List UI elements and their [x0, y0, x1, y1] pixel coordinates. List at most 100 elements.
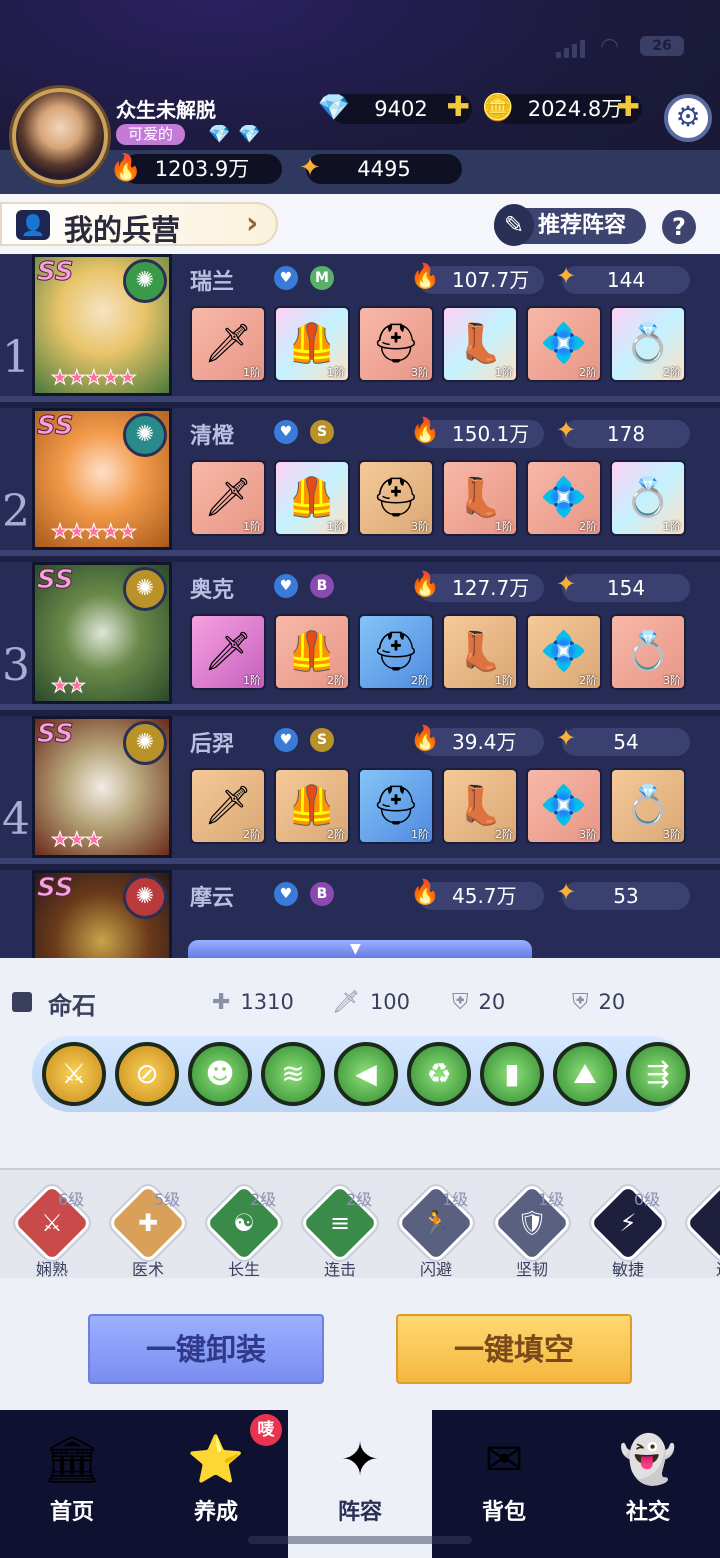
- gear-grade: 3阶: [411, 366, 429, 379]
- gear-slot[interactable]: 👢 2阶: [442, 768, 518, 844]
- gear-slot[interactable]: 💠 3阶: [526, 768, 602, 844]
- hero-row[interactable]: 1 SS ✺ ★★★★★ 瑞兰 ♥ M 🔥 107.7万 ✦ 144 🗡 1阶 🦺 1阶 ⛑ 3阶 👢 1阶 💠 2阶 💍…: [0, 254, 720, 402]
- hero-name: 奥克: [190, 578, 235, 603]
- player-name: 众生未解脱: [116, 98, 216, 122]
- gear-slot[interactable]: 🗡 2阶: [190, 768, 266, 844]
- gear-icon: 🦺: [288, 629, 336, 673]
- gear-grade: 2阶: [579, 520, 597, 533]
- fate-stone-icon[interactable]: ⇶: [626, 1042, 690, 1106]
- fate-stone-icon[interactable]: ⛰: [553, 1042, 617, 1106]
- gold-counter[interactable]: 🪙 2024.8万 ✚: [482, 92, 642, 124]
- nav-develop-label: 养成: [193, 1500, 238, 1525]
- skill-level: 0级: [634, 1190, 661, 1209]
- gear-slot[interactable]: 💠 2阶: [526, 614, 602, 690]
- fate-stone-icon[interactable]: ◀: [334, 1042, 398, 1106]
- help-button[interactable]: ?: [662, 210, 696, 244]
- recommend-lineup-button[interactable]: ✎ 推荐阵容: [494, 204, 646, 246]
- gear-slot[interactable]: 💍 1阶: [610, 460, 686, 536]
- row-number: 1: [2, 332, 30, 383]
- expand-handle[interactable]: ▼: [188, 940, 532, 960]
- unequip-all-button[interactable]: 一键卸装: [88, 1314, 324, 1384]
- gear-slot[interactable]: ⛑ 2阶: [358, 614, 434, 690]
- gear-slot[interactable]: ⛑ 1阶: [358, 768, 434, 844]
- gear-slot[interactable]: 🦺 1阶: [274, 460, 350, 536]
- hero-row[interactable]: 3 SS ✺ ★★ 奥克 ♥ B 🔥 127.7万 ✦ 154 🗡 1阶 🦺 2阶 ⛑ 2阶 👢 1阶 💠 2阶 💍 3阶: [0, 562, 720, 710]
- fate-stone-icon[interactable]: ♻: [407, 1042, 471, 1106]
- skill-item[interactable]: ☯ 2级 长生: [202, 1181, 286, 1280]
- gear-slot[interactable]: ⛑ 3阶: [358, 306, 434, 382]
- barracks-tab[interactable]: 👤 我的兵营 ›: [0, 202, 278, 247]
- hp-stat: ✚ 1310: [212, 990, 294, 1015]
- skill-item[interactable]: 🛡 1级 坚韧: [490, 1181, 574, 1280]
- hero-roster[interactable]: 1 SS ✺ ★★★★★ 瑞兰 ♥ M 🔥 107.7万 ✦ 144 🗡 1阶 🦺 1阶 ⛑ 3阶 👢 1阶 💠 2阶 💍…: [0, 254, 720, 958]
- power-value: 150.1万: [452, 422, 530, 446]
- coin-icon: 🪙: [481, 93, 515, 123]
- nav-social[interactable]: 👻 社交: [576, 1410, 720, 1558]
- skill-item[interactable]: •进: [682, 1181, 720, 1280]
- gear-slot[interactable]: 💍 3阶: [610, 768, 686, 844]
- plus-icon[interactable]: ✚: [447, 92, 470, 122]
- hero-portrait[interactable]: SS ✺ ★★★★★: [32, 254, 172, 396]
- level-value: 54: [613, 730, 639, 754]
- gear-slot[interactable]: 👢 1阶: [442, 460, 518, 536]
- fate-stone-icon[interactable]: ☻: [188, 1042, 252, 1106]
- hero-portrait[interactable]: SS ✺: [32, 870, 172, 958]
- auto-fill-button[interactable]: 一键填空: [396, 1314, 632, 1384]
- gear-slot[interactable]: 🦺 2阶: [274, 614, 350, 690]
- gear-slot[interactable]: 🗡 1阶: [190, 460, 266, 536]
- skill-item[interactable]: 🏃 1级 闪避: [394, 1181, 478, 1280]
- avatar[interactable]: [12, 88, 108, 184]
- fate-stone-icon[interactable]: ▮: [480, 1042, 544, 1106]
- skill-level: 6级: [58, 1190, 85, 1209]
- gear-slot[interactable]: 💠 2阶: [526, 306, 602, 382]
- plus-icon[interactable]: ✚: [617, 92, 640, 122]
- skill-item[interactable]: ⚡ 0级 敏捷: [586, 1181, 670, 1280]
- skill-item[interactable]: ≡ 2级 连击: [298, 1181, 382, 1280]
- gear-slot[interactable]: 💍 2阶: [610, 306, 686, 382]
- gear-icon: 💍: [624, 783, 672, 827]
- fate-stone-icon[interactable]: ⊘: [115, 1042, 179, 1106]
- fate-stone-icon[interactable]: ⚔: [42, 1042, 106, 1106]
- gear-icon: 🗡: [203, 475, 253, 519]
- gear-slot[interactable]: 👢 1阶: [442, 306, 518, 382]
- nav-home[interactable]: 🏛 首页: [0, 1410, 144, 1558]
- settings-gear-icon[interactable]: ⚙: [664, 94, 712, 142]
- gear-slot[interactable]: 💠 2阶: [526, 460, 602, 536]
- gear-slot[interactable]: ⛑ 3阶: [358, 460, 434, 536]
- skill-level: 2级: [346, 1190, 373, 1209]
- gear-slot[interactable]: 🗡 1阶: [190, 306, 266, 382]
- gear-slot[interactable]: 🗡 1阶: [190, 614, 266, 690]
- hero-row[interactable]: 4 SS ✺ ★★★ 后羿 ♥ S 🔥 39.4万 ✦ 54 🗡 2阶 🦺 2阶 ⛑ 1阶 👢 2阶 💠 3阶 💍 3阶: [0, 716, 720, 864]
- gear-icon: ⛑: [371, 783, 421, 827]
- gear-slot[interactable]: 🦺 1阶: [274, 306, 350, 382]
- fire-icon: 🔥: [410, 262, 440, 290]
- rank-badge: SS: [37, 565, 75, 596]
- rank-badge: SS: [37, 719, 75, 750]
- hero-portrait[interactable]: SS ✺ ★★★★★: [32, 408, 172, 550]
- gear-grade: 3阶: [579, 828, 597, 841]
- gear-grade: 1阶: [495, 366, 513, 379]
- gear-slot[interactable]: 💍 3阶: [610, 614, 686, 690]
- skill-item[interactable]: ⚔ 6级 娴熟: [10, 1181, 94, 1280]
- hp-icon: ✚: [212, 990, 231, 1015]
- gear-slot[interactable]: 👢 1阶: [442, 614, 518, 690]
- nav-lineup-label: 阵容: [337, 1500, 382, 1525]
- star-icon: ✦: [556, 416, 577, 444]
- fate-stone-icon[interactable]: ≋: [261, 1042, 325, 1106]
- nav-home-label: 首页: [49, 1500, 94, 1525]
- diamond-value: 9402: [374, 97, 428, 121]
- hero-portrait[interactable]: SS ✺ ★★: [32, 562, 172, 704]
- gear-icon: 👢: [456, 321, 504, 365]
- diamond-counter[interactable]: 💎 9402 ✚: [318, 92, 472, 124]
- level-value: 154: [606, 576, 646, 600]
- rank-badge: SS: [37, 873, 75, 904]
- fire-icon: 🔥: [109, 153, 143, 183]
- gear-icon: 👢: [456, 783, 504, 827]
- hero-portrait[interactable]: SS ✺ ★★★: [32, 716, 172, 858]
- section-marker: [12, 992, 32, 1012]
- skill-glyph: •: [716, 1209, 720, 1237]
- skill-item[interactable]: ✚ 5级 医术: [106, 1181, 190, 1280]
- gear-slot[interactable]: 🦺 2阶: [274, 768, 350, 844]
- hero-row[interactable]: 2 SS ✺ ★★★★★ 清橙 ♥ S 🔥 150.1万 ✦ 178 🗡 1阶 🦺 1阶 ⛑ 3阶 👢 1阶 💠 2阶 💍…: [0, 408, 720, 556]
- star-icon: ✦: [556, 570, 577, 598]
